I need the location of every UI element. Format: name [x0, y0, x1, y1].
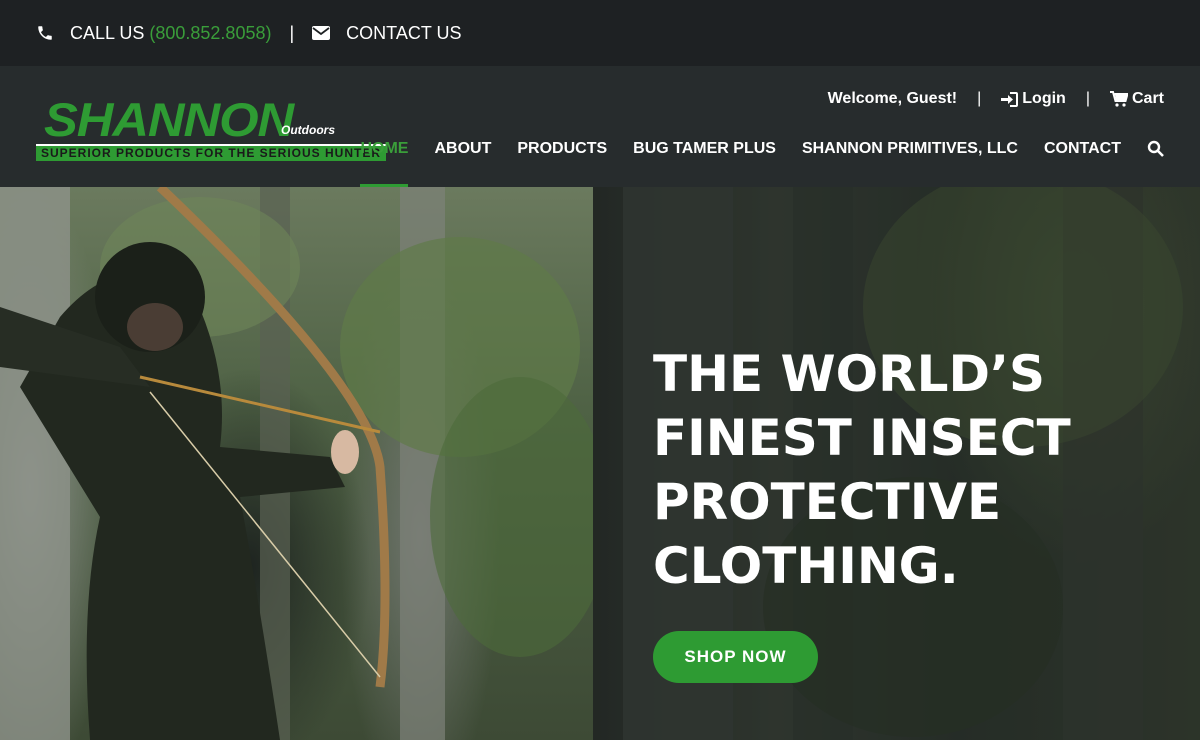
- divider: |: [977, 90, 982, 107]
- top-bar: CALL US (800.852.8058) | CONTACT US: [0, 0, 1200, 66]
- search-icon: [1147, 140, 1164, 157]
- headline-line: PROTECTIVE: [653, 473, 1002, 531]
- login-link[interactable]: Login: [1001, 90, 1066, 108]
- call-us-link[interactable]: CALL US (800.852.8058): [36, 23, 271, 44]
- contact-us-label: CONTACT US: [346, 22, 462, 43]
- logo-wordmark: SHANNON: [44, 93, 294, 146]
- headline-line: CLOTHING.: [653, 537, 959, 595]
- hero-headline: THE WORLD’S FINEST INSECT PROTECTIVE CLO…: [653, 342, 1173, 598]
- nav-contact[interactable]: CONTACT: [1044, 140, 1121, 187]
- login-label: Login: [1022, 90, 1066, 107]
- cart-label: Cart: [1131, 90, 1164, 107]
- envelope-icon: [312, 24, 331, 42]
- hero-banner: THE WORLD’S FINEST INSECT PROTECTIVE CLO…: [0, 187, 1200, 740]
- phone-icon: [36, 24, 54, 42]
- contact-us-link[interactable]: CONTACT US: [312, 22, 462, 44]
- site-header: SHANNON Outdoors SUPERIOR PRODUCTS FOR T…: [0, 66, 1200, 187]
- nav-shannon-primitives[interactable]: SHANNON PRIMITIVES, LLC: [802, 140, 1018, 187]
- headline-line: FINEST INSECT: [653, 409, 1071, 467]
- hero-photo-archer: [0, 187, 593, 740]
- account-bar: Welcome, Guest! | Login | Cart: [828, 90, 1164, 108]
- headline-line: THE WORLD’S: [653, 345, 1046, 403]
- call-us-label: CALL US: [70, 22, 145, 43]
- login-icon: [1001, 91, 1019, 107]
- cart-icon: [1109, 91, 1128, 107]
- welcome-text: Welcome, Guest!: [827, 90, 958, 107]
- divider: |: [1085, 90, 1090, 107]
- nav-about[interactable]: ABOUT: [434, 140, 491, 187]
- nav-home[interactable]: HOME: [360, 140, 409, 187]
- phone-number[interactable]: (800.852.8058): [149, 23, 271, 44]
- shop-now-button[interactable]: SHOP NOW: [653, 631, 818, 683]
- main-nav: HOME ABOUT PRODUCTS BUG TAMER PLUS SHANN…: [334, 140, 1164, 187]
- divider: |: [289, 22, 295, 43]
- search-button[interactable]: [1147, 140, 1164, 187]
- logo-sub: Outdoors: [281, 123, 335, 137]
- nav-bug-tamer-plus[interactable]: BUG TAMER PLUS: [633, 140, 776, 187]
- cart-link[interactable]: Cart: [1109, 90, 1164, 108]
- nav-products[interactable]: PRODUCTS: [517, 140, 607, 187]
